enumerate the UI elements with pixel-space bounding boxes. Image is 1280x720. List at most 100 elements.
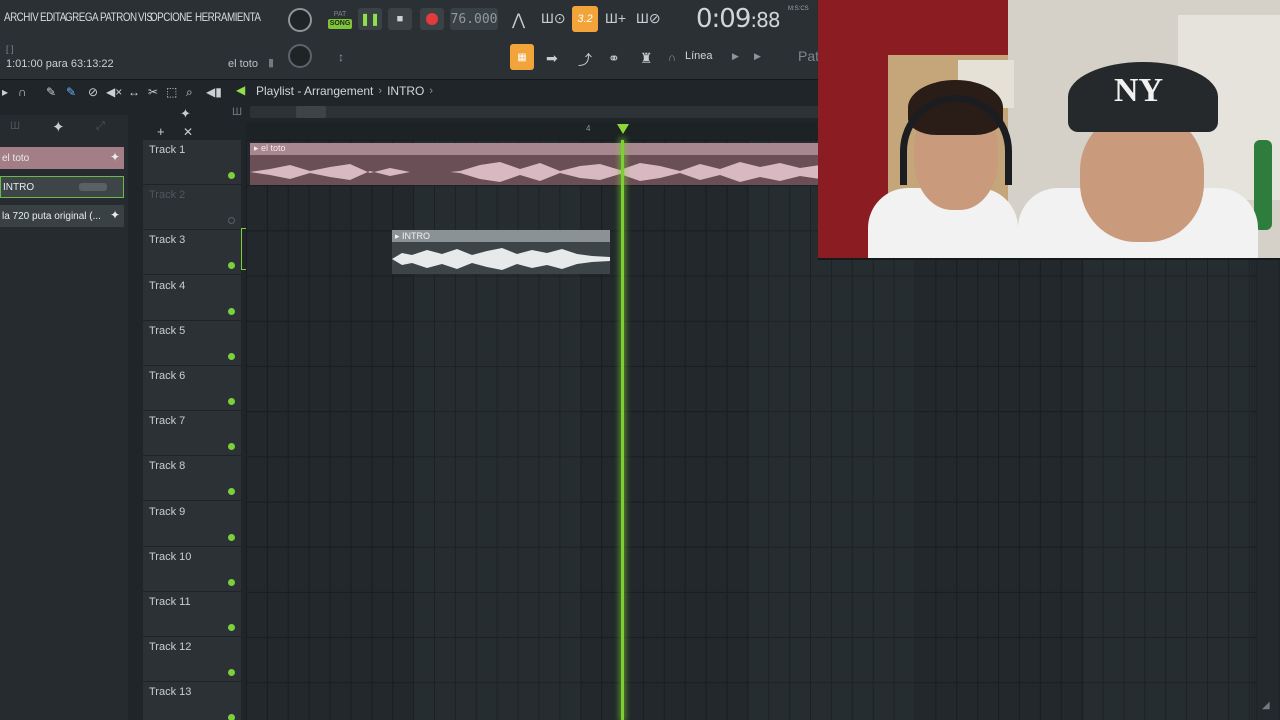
loop-record-icon[interactable]: Ш⊘ (636, 10, 661, 27)
delete-icon[interactable]: ⊘ (88, 85, 98, 99)
track-header[interactable]: Track 1 (143, 140, 241, 185)
menu-opciones[interactable]: OPCIONE (150, 10, 192, 24)
track-header[interactable]: Track 2 (143, 185, 241, 231)
track-header[interactable]: Track 12 (143, 637, 241, 683)
track-mute-led-icon[interactable] (228, 714, 235, 720)
picker-clip-el-toto[interactable]: el toto ✦ (0, 147, 124, 169)
menu-edita[interactable]: EDITA (40, 10, 66, 24)
track-name: Track 7 (149, 415, 186, 428)
picker-pattern-icon[interactable]: Ш (10, 120, 20, 132)
resize-grip-icon[interactable]: ◢ (1262, 700, 1274, 714)
step-edit-icon[interactable]: Ш+ (605, 10, 626, 26)
pattern-selector-arrow-icon[interactable]: ▶ (754, 51, 761, 62)
track-header[interactable]: Track 5 (143, 321, 241, 366)
close-icon[interactable]: ✕ (183, 125, 193, 139)
track-mute-led-icon[interactable] (228, 352, 235, 360)
piano-roll-button[interactable]: ▦ (510, 44, 534, 70)
playback-icon[interactable]: ◀▮ (206, 85, 222, 99)
pat-song-toggle[interactable]: PAT SONG (326, 8, 354, 32)
add-track-icon[interactable]: + (157, 124, 165, 139)
webcam-border (818, 258, 1280, 260)
menu-herramientas[interactable]: HERRAMIENTA (195, 10, 261, 24)
horizontal-zoom-bar[interactable] (250, 106, 820, 118)
picker-automation-icon[interactable]: ⤢ (96, 120, 105, 133)
track-mute-led-icon[interactable] (228, 533, 235, 541)
wait-input-icon[interactable]: Ш⊙ (541, 10, 566, 27)
mute-icon[interactable]: ◀× (106, 85, 122, 99)
breadcrumb-chevron-icon[interactable]: › (429, 85, 433, 97)
clip-title: ▸ el toto (254, 143, 286, 153)
tempo-slider-icon[interactable]: ↕ (338, 50, 344, 64)
song-time-display: 0:09:88 (696, 4, 781, 34)
menu-archivo[interactable]: ARCHIV (4, 10, 39, 24)
record-button[interactable] (420, 8, 444, 30)
brush-icon[interactable]: ⤴ (578, 50, 592, 70)
picker-clip-la-720[interactable]: la 720 puta original (... ✦ (0, 205, 124, 227)
metronome-icon[interactable]: ⋀ (512, 10, 525, 30)
track-header[interactable]: Track 9 (143, 502, 241, 547)
stamp-icon[interactable]: ♜ (640, 50, 653, 67)
main-menu: ARCHIV EDITA GREGA PATRON VIS OPCIONE HE… (4, 10, 269, 24)
track-header[interactable]: Track 10 (143, 547, 241, 592)
options-arrow-icon[interactable]: ▸ (2, 85, 8, 99)
webcam-overlay: NY (818, 0, 1280, 260)
track-mute-led-icon[interactable] (228, 172, 235, 179)
arrow-right-icon[interactable]: ➡ (546, 50, 558, 67)
track-header[interactable]: Track 6 (143, 366, 241, 411)
track-mute-led-icon[interactable] (228, 398, 235, 405)
playhead[interactable] (621, 140, 624, 720)
pencil-icon[interactable]: ✎ (46, 85, 56, 99)
picker-audio-icon[interactable]: ✦ (52, 118, 65, 136)
track-header[interactable]: Track 7 (143, 411, 241, 457)
track-mute-led-icon[interactable] (228, 443, 235, 451)
waveform-view-icon[interactable]: ✦ (180, 106, 191, 122)
clip-fader-icon (79, 183, 107, 191)
pattern-view-icon[interactable]: Ш (232, 106, 242, 118)
audio-clip-el-toto[interactable] (250, 143, 820, 185)
track-mute-led-icon[interactable] (228, 217, 235, 225)
pattern-number-display[interactable]: 3.2 (572, 6, 598, 32)
time-format-label: M:S:CS (788, 6, 809, 12)
menu-patron[interactable]: PATRON (100, 10, 137, 24)
link-icon[interactable]: ⚭ (608, 50, 620, 67)
clip-source-icon: ✦ (109, 208, 120, 222)
track-mute-led-icon[interactable] (228, 262, 235, 270)
playhead-marker-icon[interactable] (617, 124, 629, 134)
clip-source-icon: ✦ (109, 150, 120, 164)
select-icon[interactable]: ⬚ (166, 85, 177, 99)
magnet-snap-icon[interactable]: ∩ (18, 85, 27, 99)
track-mute-led-icon[interactable] (228, 624, 235, 631)
track-name: Track 6 (149, 370, 186, 382)
track-header[interactable]: Track 3 (143, 228, 247, 276)
track-mute-led-icon[interactable] (228, 488, 235, 496)
snap-selector[interactable]: Línea (685, 50, 713, 62)
track-header[interactable]: Track 8 (143, 456, 241, 502)
paint-icon[interactable]: ✎ (66, 85, 76, 99)
master-pitch-knob[interactable] (288, 44, 312, 68)
chevron-right-icon[interactable]: ▶ (732, 51, 739, 62)
zoom-icon[interactable]: ⌕ (186, 85, 193, 100)
lock-icon[interactable]: ▮ (268, 56, 274, 69)
track-name: Track 13 (149, 686, 192, 699)
pat-label: PAT (333, 11, 347, 18)
playlist-current-pattern[interactable]: INTRO (387, 84, 424, 98)
slice-icon[interactable]: ✂ (148, 85, 158, 99)
pause-button[interactable]: ❚❚ (358, 8, 382, 30)
zoom-handle[interactable] (296, 106, 326, 118)
magnet-icon[interactable]: ∩ (668, 52, 676, 64)
track-header[interactable]: Track 13 (143, 682, 241, 720)
picker-clip-intro[interactable]: INTRO (0, 176, 124, 198)
stop-button[interactable]: ■ (388, 8, 412, 30)
track-header[interactable]: Track 4 (143, 276, 241, 321)
menu-agrega[interactable]: GREGA (65, 10, 99, 24)
track-mute-led-icon[interactable] (228, 578, 235, 586)
picker-panel-toolbar: Ш ✦ ⤢ (0, 118, 124, 138)
slip-icon[interactable]: ↔ (128, 85, 140, 99)
track-name: Track 5 (149, 324, 186, 337)
tempo-display[interactable]: 76.000 (450, 8, 498, 30)
track-mute-led-icon[interactable] (228, 669, 235, 677)
track-mute-led-icon[interactable] (228, 307, 235, 315)
track-header[interactable]: Track 11 (143, 592, 241, 637)
track-name: Track 9 (149, 505, 186, 518)
master-volume-knob[interactable] (288, 8, 312, 32)
